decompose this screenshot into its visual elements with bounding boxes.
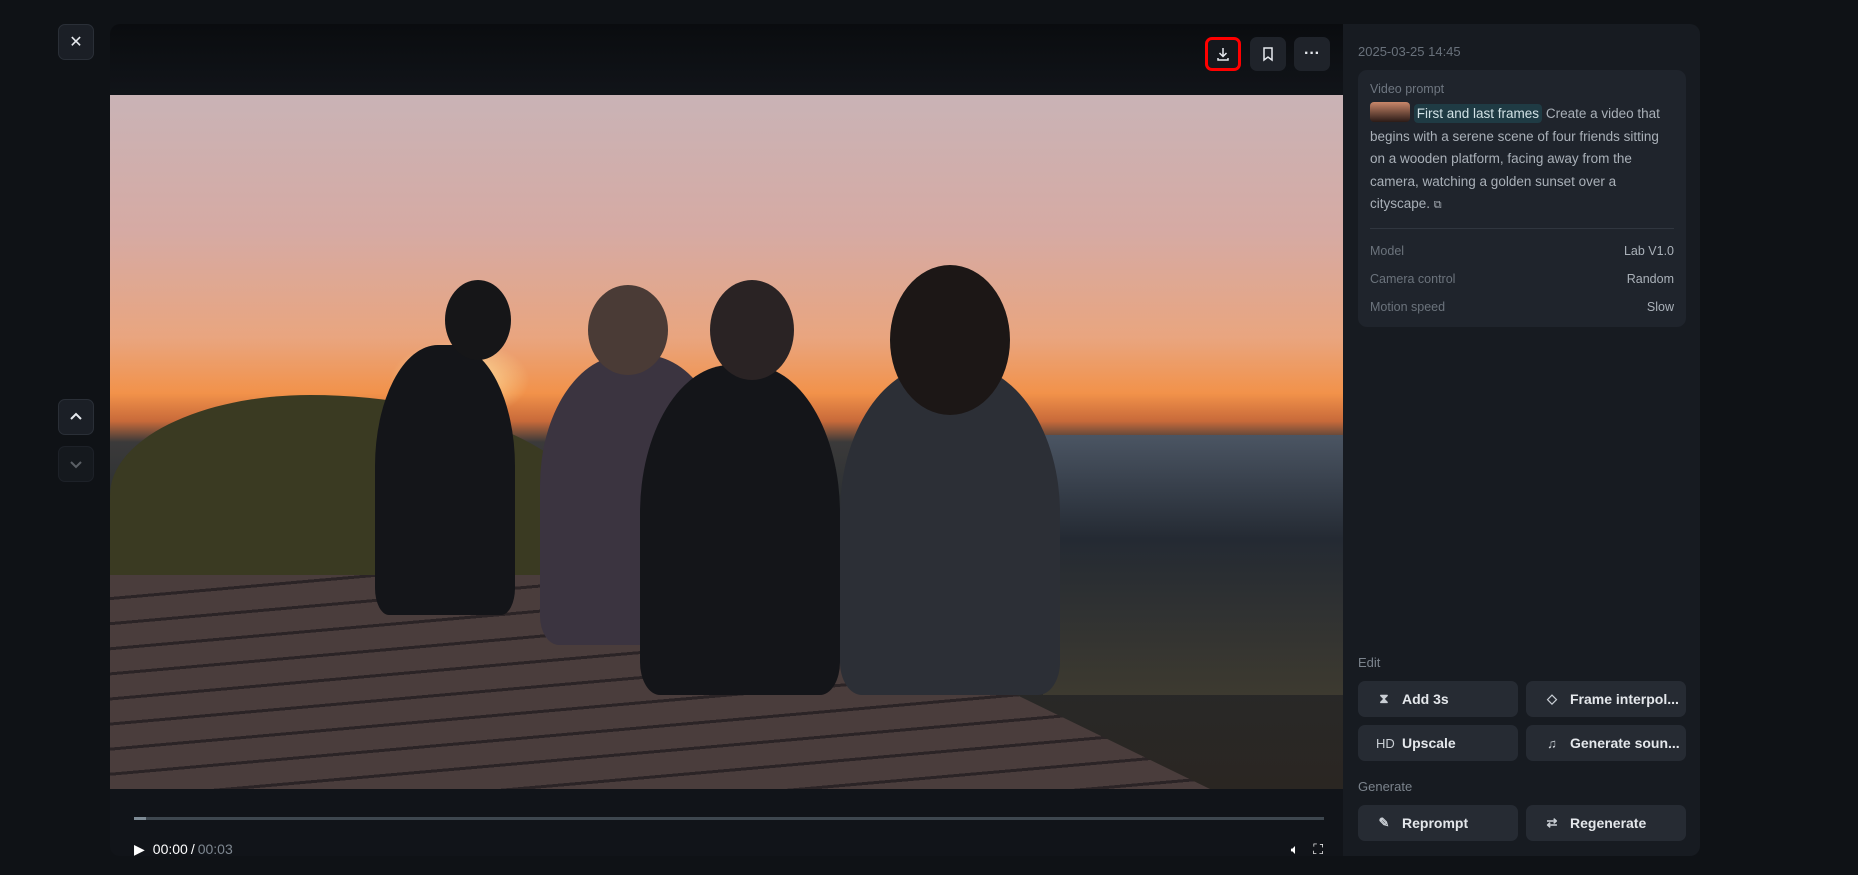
- video-frame[interactable]: [110, 95, 1343, 789]
- close-icon: ✕: [69, 34, 83, 51]
- frames-thumbnail: [1370, 102, 1410, 122]
- play-button[interactable]: ▶: [134, 841, 145, 857]
- button-label: Frame interpol...: [1570, 691, 1679, 707]
- add-3s-button[interactable]: ⧗ Add 3s: [1358, 681, 1518, 717]
- bookmark-button[interactable]: [1250, 37, 1286, 71]
- prompt-tag: First and last frames: [1413, 104, 1543, 123]
- music-note-icon: ♫: [1547, 735, 1557, 751]
- regenerate-button[interactable]: ⇄ Regenerate: [1526, 805, 1686, 841]
- chevron-up-icon: [70, 412, 82, 420]
- bookmark-icon: [1263, 47, 1273, 62]
- clock-plus-icon: ⧗: [1379, 691, 1389, 706]
- fullscreen-button[interactable]: ⛶: [1313, 841, 1323, 857]
- frame-interpolation-button[interactable]: ◇ Frame interpol...: [1526, 681, 1686, 717]
- edit-label: Edit: [1358, 655, 1381, 670]
- hd-icon: HD: [1376, 735, 1395, 751]
- download-icon: [1217, 48, 1229, 61]
- download-button[interactable]: [1205, 37, 1241, 71]
- button-label: Regenerate: [1570, 815, 1647, 831]
- detail-value: Lab V1.0: [1623, 243, 1674, 258]
- button-label: Upscale: [1402, 735, 1456, 751]
- video-viewer: ··· ▶ 00:00 / 00:03 🔈︎ ⛶: [110, 24, 1343, 856]
- prompt-card: Video prompt First and last frames Creat…: [1358, 70, 1686, 327]
- upscale-button[interactable]: HD Upscale: [1358, 725, 1518, 761]
- generate-sound-button[interactable]: ♫ Generate soun...: [1526, 725, 1686, 761]
- more-icon: ···: [1304, 45, 1320, 62]
- progress-bar[interactable]: [134, 817, 1324, 820]
- next-button[interactable]: [58, 446, 94, 482]
- previous-button[interactable]: [58, 399, 94, 435]
- detail-value: Slow: [1646, 299, 1674, 314]
- divider: [1370, 227, 1674, 229]
- reprompt-button[interactable]: ✎ Reprompt: [1358, 805, 1518, 841]
- button-label: Reprompt: [1402, 815, 1469, 831]
- diamond-icon: ◇: [1547, 691, 1557, 706]
- volume-button[interactable]: 🔈︎: [1291, 841, 1299, 857]
- details-panel: 2025-03-25 14:45 Video prompt First and …: [1343, 24, 1700, 856]
- more-options-button[interactable]: ···: [1294, 37, 1330, 71]
- close-button[interactable]: ✕: [58, 24, 94, 60]
- copy-icon[interactable]: ⧉: [1434, 199, 1442, 211]
- detail-key: Motion speed: [1370, 299, 1446, 314]
- button-label: Generate soun...: [1570, 735, 1680, 751]
- detail-row-camera: Camera control Random: [1370, 265, 1674, 293]
- player-controls: ▶ 00:00 / 00:03 🔈︎ ⛶: [110, 789, 1343, 856]
- repeat-icon: ⇄: [1546, 815, 1558, 830]
- prompt-label: Video prompt: [1370, 82, 1445, 96]
- button-label: Add 3s: [1402, 691, 1449, 707]
- generate-label: Generate: [1358, 779, 1413, 794]
- current-time: 00:00: [152, 841, 188, 856]
- detail-row-model: Model Lab V1.0: [1370, 237, 1674, 265]
- chevron-down-icon: [70, 461, 82, 469]
- detail-value: Random: [1626, 271, 1674, 286]
- duration: 00:03: [197, 841, 233, 856]
- timestamp: 2025-03-25 14:45: [1358, 44, 1461, 59]
- pencil-icon: ✎: [1378, 815, 1390, 830]
- detail-key: Camera control: [1370, 271, 1456, 286]
- detail-row-motion: Motion speed Slow: [1370, 293, 1674, 321]
- detail-key: Model: [1370, 243, 1405, 258]
- time-separator: /: [190, 841, 195, 856]
